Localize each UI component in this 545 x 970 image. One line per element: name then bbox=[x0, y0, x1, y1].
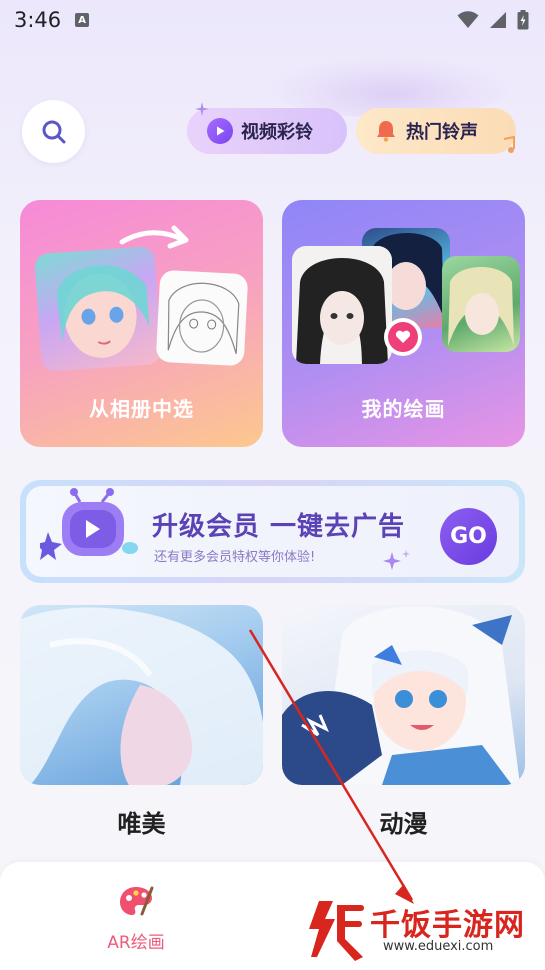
tv-mascot-icon bbox=[40, 488, 138, 560]
category-anime-label: 动漫 bbox=[379, 810, 428, 838]
vip-banner-title: 升级会员 一键去广告 bbox=[152, 512, 406, 542]
anime-artwork-image bbox=[282, 606, 520, 785]
my-paintings-card[interactable]: 我的绘画 bbox=[282, 200, 525, 447]
category-anime-card[interactable] bbox=[282, 605, 525, 785]
vip-banner-subtitle: 还有更多会员特权等你体验! bbox=[154, 550, 316, 565]
watermark-brand: 千饭手游网 bbox=[370, 908, 525, 943]
status-bar: 3:46 A bbox=[0, 0, 545, 40]
colored-portrait-image bbox=[34, 245, 162, 373]
sparkle-icon bbox=[383, 550, 410, 570]
video-ringtone-button[interactable]: 视频彩铃 bbox=[187, 108, 347, 154]
tab-ar-painting[interactable]: AR绘画 bbox=[88, 884, 184, 953]
wifi-icon bbox=[457, 11, 479, 28]
notification-icon: A bbox=[75, 13, 90, 27]
my-paintings-label: 我的绘画 bbox=[361, 397, 446, 421]
category-beauty-label: 唯美 bbox=[117, 810, 166, 838]
status-time: 3:46 bbox=[14, 8, 62, 32]
search-button[interactable] bbox=[22, 100, 85, 163]
heart-icon bbox=[395, 330, 411, 343]
category-beauty-card[interactable] bbox=[20, 605, 263, 785]
sparkle-icon bbox=[195, 102, 209, 116]
watermark-url: www.eduexi.com bbox=[383, 939, 494, 954]
painting-thumbnail-dark bbox=[292, 246, 392, 364]
site-watermark: 千饭手游网 www.eduexi.com bbox=[305, 895, 540, 965]
cellular-icon bbox=[490, 12, 506, 28]
tab-ar-painting-label: AR绘画 bbox=[107, 933, 165, 953]
painting-thumbnail-green bbox=[442, 256, 520, 352]
search-icon bbox=[42, 120, 65, 143]
hot-ringtone-button[interactable]: 热门铃声 bbox=[356, 108, 516, 154]
favorite-heart-badge[interactable] bbox=[384, 318, 422, 356]
bell-icon bbox=[377, 121, 395, 142]
go-button[interactable]: GO bbox=[440, 508, 497, 565]
vip-upgrade-banner[interactable]: 升级会员 一键去广告 还有更多会员特权等你体验! GO bbox=[20, 480, 525, 583]
palette-icon bbox=[120, 886, 154, 916]
beauty-artwork-image bbox=[20, 607, 263, 785]
video-ringtone-label: 视频彩铃 bbox=[241, 122, 313, 143]
battery-icon bbox=[517, 10, 529, 30]
watermark-logo-icon bbox=[309, 901, 364, 961]
pick-from-album-label: 从相册中选 bbox=[89, 397, 194, 421]
play-icon bbox=[207, 118, 233, 144]
sketch-portrait-image bbox=[155, 269, 249, 367]
music-note-icon bbox=[503, 136, 515, 153]
hot-ringtone-label: 热门铃声 bbox=[406, 122, 478, 143]
pick-from-album-card[interactable]: 从相册中选 bbox=[20, 200, 263, 447]
